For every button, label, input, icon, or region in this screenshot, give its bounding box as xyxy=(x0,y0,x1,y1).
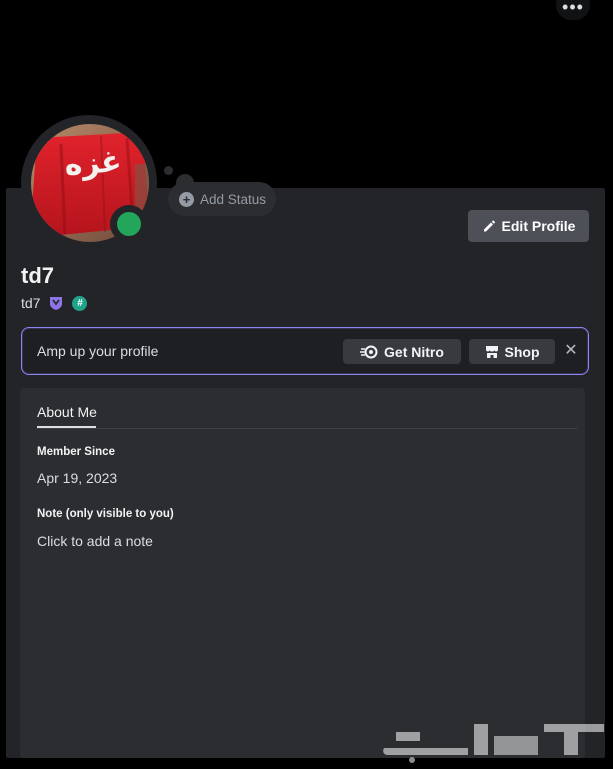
add-status-label: Add Status xyxy=(200,191,267,207)
member-since-label: Member Since xyxy=(37,446,115,458)
get-nitro-button[interactable]: Get Nitro xyxy=(343,339,461,364)
username[interactable]: td7 xyxy=(21,295,40,311)
online-status-dot xyxy=(117,212,141,236)
status-bubble-dot xyxy=(164,166,173,175)
edit-profile-label: Edit Profile xyxy=(501,218,576,234)
display-name: td7 xyxy=(21,263,54,288)
profile-body-panel xyxy=(20,388,585,758)
tab-divider xyxy=(37,428,577,429)
profile-popout: ••• غزه + Add Status Edit Profile td7 td… xyxy=(0,0,613,769)
active-tab-indicator xyxy=(37,426,96,428)
shield-badge-icon[interactable] xyxy=(48,295,64,311)
shop-button[interactable]: Shop xyxy=(469,339,555,364)
avatar-flag-text: غزه xyxy=(63,144,123,183)
nitro-icon xyxy=(360,345,378,358)
status-indicator xyxy=(110,205,148,243)
pencil-icon xyxy=(483,220,495,232)
hash-badge-icon[interactable]: # xyxy=(72,295,88,311)
edit-profile-button[interactable]: Edit Profile xyxy=(468,210,589,242)
more-options-button[interactable]: ••• xyxy=(556,0,590,20)
close-icon[interactable]: ✕ xyxy=(563,340,579,362)
add-status-button[interactable]: + Add Status xyxy=(168,182,276,216)
tab-about-me[interactable]: About Me xyxy=(37,404,97,420)
promo-text: Amp up your profile xyxy=(37,343,159,359)
note-label: Note (only visible to you) xyxy=(37,508,174,520)
note-input[interactable]: Click to add a note xyxy=(37,533,153,549)
get-nitro-label: Get Nitro xyxy=(384,343,444,360)
haraj-watermark-logo xyxy=(383,724,604,763)
plus-circle-icon: + xyxy=(179,191,194,207)
more-horizontal-icon: ••• xyxy=(562,0,584,17)
nitro-promo-banner: Amp up your profile Get Nitro Shop ✕ xyxy=(21,327,589,375)
shop-label: Shop xyxy=(504,343,540,360)
shop-icon xyxy=(485,345,498,358)
member-since-value: Apr 19, 2023 xyxy=(37,470,118,486)
username-row: td7 # xyxy=(21,294,88,312)
